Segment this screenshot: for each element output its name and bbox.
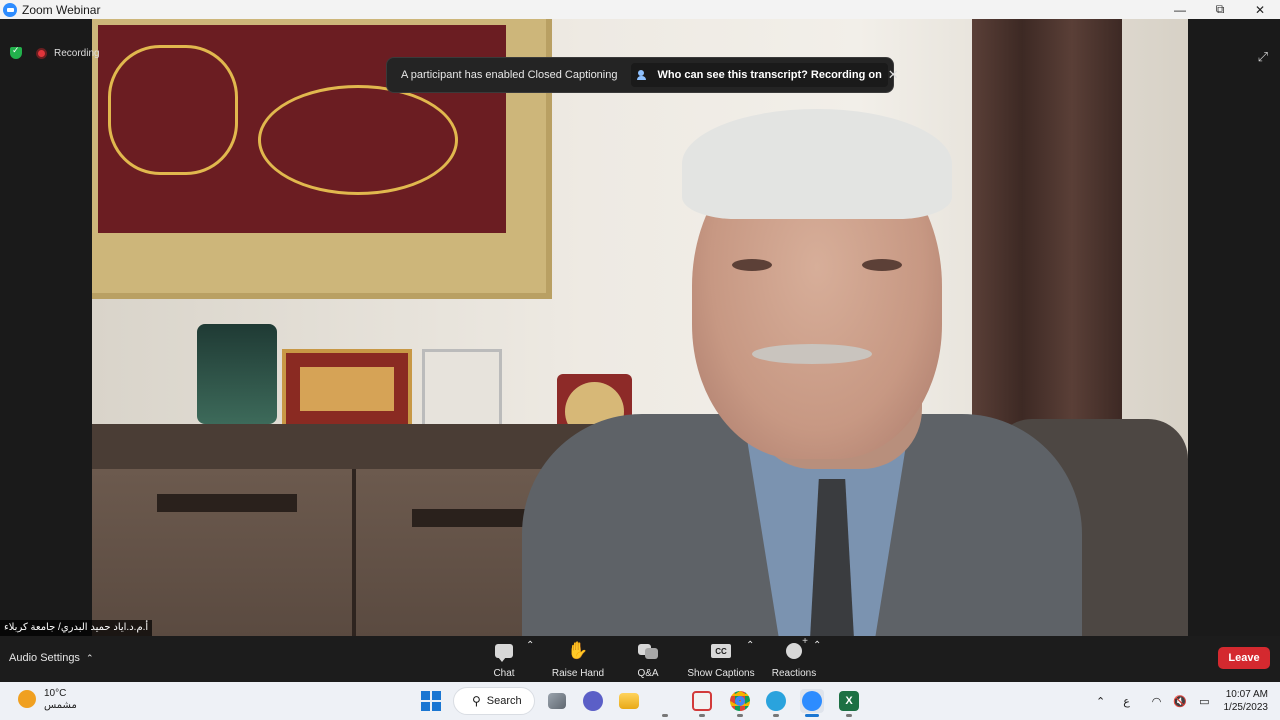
window-titlebar: Zoom Webinar — ⧉ ✕: [0, 0, 1280, 19]
transcript-info-link[interactable]: Who can see this transcript? Recording o…: [631, 63, 888, 87]
input-language[interactable]: ع: [1123, 695, 1130, 708]
wifi-icon[interactable]: ◠: [1152, 695, 1162, 708]
zoom-icon: [802, 691, 822, 711]
windows-logo-icon: [421, 691, 441, 711]
cc-icon: CC: [711, 644, 731, 658]
qa-label: Q&A: [637, 668, 659, 679]
excel-icon: X: [839, 691, 859, 711]
speaker-name-tag: أ.م.د.اياد حميد البدري/ جامعة كربلاء: [0, 620, 153, 636]
search-label: Search: [486, 695, 522, 707]
chat-icon: [495, 644, 513, 662]
hand-icon: ✋: [567, 641, 589, 660]
reactions-chevron-up-icon[interactable]: ⌃: [813, 640, 821, 651]
captions-chevron-up-icon[interactable]: ⌃: [746, 640, 754, 651]
clock[interactable]: 10:07 AM 1/25/2023: [1224, 688, 1269, 714]
os-taskbar: 10°C مشمس ⚲ Search X ⌃ ع ◠ 🔇 ▭ 10:07 AM …: [0, 682, 1280, 720]
chat-chevron-up-icon[interactable]: ⌃: [526, 640, 534, 651]
clock-date: 1/25/2023: [1223, 702, 1269, 713]
qa-button[interactable]: Q&A: [630, 640, 666, 679]
audio-settings-label: Audio Settings: [9, 652, 80, 664]
zoom-app-icon: [3, 2, 17, 17]
notification-message: A participant has enabled Closed Caption…: [401, 69, 618, 81]
teams-chat-button[interactable]: [581, 689, 605, 713]
snipping-tool-button[interactable]: [690, 689, 714, 717]
file-explorer-button[interactable]: [617, 689, 641, 713]
meeting-toolbar: Audio Settings ⌃ Chat ⌃ ✋ Raise Hand Q&A…: [0, 636, 1280, 682]
security-shield-icon[interactable]: [10, 45, 22, 59]
weather-temperature: 10°C: [44, 688, 67, 699]
folder-icon: [619, 693, 639, 709]
window-title: Zoom Webinar: [22, 2, 101, 17]
recording-indicator[interactable]: Recording: [6, 45, 100, 59]
recording-label: Recording: [54, 47, 100, 59]
notification-close-icon[interactable]: ✕: [888, 67, 899, 83]
minimize-button[interactable]: —: [1160, 0, 1200, 19]
clock-time: 10:07 AM: [1225, 689, 1268, 700]
telegram-icon: [766, 691, 786, 711]
sun-icon: [18, 690, 36, 708]
taskbar-search[interactable]: ⚲ Search: [453, 687, 535, 715]
window-controls: — ⧉ ✕: [1160, 0, 1280, 19]
chevron-up-icon[interactable]: ⌃: [86, 653, 94, 664]
closed-caption-notification: A participant has enabled Closed Caption…: [386, 57, 899, 93]
transcript-info-label: Who can see this transcript? Recording o…: [657, 69, 882, 81]
search-icon: ⚲: [472, 694, 481, 708]
raise-hand-button[interactable]: ✋ Raise Hand: [550, 640, 606, 679]
reactions-label: Reactions: [771, 668, 817, 679]
system-tray: ⌃ ع ◠ 🔇 ▭ 10:07 AM 1/25/2023: [1084, 682, 1268, 720]
chrome-icon: [730, 691, 750, 711]
reactions-icon: [786, 636, 808, 659]
audio-settings-button[interactable]: Audio Settings ⌃: [9, 652, 93, 664]
transcript-user-icon: [637, 69, 651, 81]
task-view-button[interactable]: [545, 689, 569, 713]
close-window-button[interactable]: ✕: [1240, 0, 1280, 19]
telegram-button[interactable]: [764, 689, 788, 717]
chat-button[interactable]: Chat: [486, 640, 522, 679]
leave-button[interactable]: Leave: [1218, 647, 1270, 669]
reactions-button[interactable]: Reactions: [770, 636, 818, 679]
mute-icon[interactable]: 🔇: [1173, 695, 1187, 708]
battery-icon[interactable]: ▭: [1199, 695, 1209, 708]
weather-widget[interactable]: 10°C مشمس: [18, 687, 77, 711]
chrome-button[interactable]: [728, 689, 752, 717]
taskbar-app-blank[interactable]: [653, 689, 677, 717]
task-view-icon: [548, 693, 566, 709]
tray-chevron-up-icon[interactable]: ⌃: [1096, 695, 1105, 708]
weather-condition: مشمس: [44, 700, 77, 711]
chat-app-icon: [583, 691, 603, 711]
speaker-video: [92, 19, 1188, 636]
fullscreen-icon[interactable]: ⤢: [1258, 49, 1268, 65]
zoom-taskbar-button[interactable]: [800, 689, 824, 717]
snipping-tool-icon: [692, 691, 712, 711]
show-captions-label: Show Captions: [687, 668, 755, 679]
qa-icon: [638, 644, 658, 659]
start-button[interactable]: [419, 689, 443, 713]
meeting-area: Recording ⤢ A participant has enabled Cl…: [0, 19, 1280, 636]
restore-button[interactable]: ⧉: [1200, 0, 1240, 19]
excel-button[interactable]: X: [837, 689, 861, 717]
raise-hand-label: Raise Hand: [551, 668, 605, 679]
chat-label: Chat: [493, 668, 515, 679]
recording-dot-icon: [36, 47, 47, 59]
